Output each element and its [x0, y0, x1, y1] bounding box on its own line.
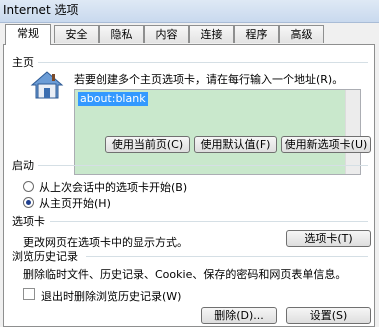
history-divider	[86, 256, 368, 257]
home-description: 若要创建多个主页选项卡，请在每行输入一个地址(R)。	[74, 73, 344, 86]
use-default-button[interactable]: 使用默认值(F)	[194, 136, 277, 153]
tab-programs[interactable]: 程序	[234, 25, 279, 43]
startup-last-session-radio[interactable]	[23, 181, 34, 192]
history-description: 删除临时文件、历史记录、Cookie、保存的密码和网页表单信息。	[23, 268, 347, 281]
tabs-settings-button[interactable]: 选项卡(T)	[286, 230, 371, 247]
home-divider	[38, 62, 368, 63]
tabs-group-label: 选项卡	[12, 215, 45, 228]
tab-content[interactable]: 内容	[144, 25, 189, 43]
startup-home-radio[interactable]	[23, 197, 34, 208]
house-icon	[30, 70, 64, 100]
tab-connections[interactable]: 连接	[189, 25, 234, 43]
home-address-box[interactable]: about:blank	[74, 89, 361, 175]
tab-privacy[interactable]: 隐私	[99, 25, 144, 43]
tabs-divider	[50, 221, 368, 222]
startup-last-session-label[interactable]: 从上次会话中的选项卡开始(B)	[39, 179, 187, 195]
home-group-label: 主页	[12, 56, 34, 69]
startup-home-label[interactable]: 从主页开始(H)	[39, 195, 111, 211]
tab-security[interactable]: 安全	[54, 25, 99, 43]
title-bar: Internet 选项	[0, 0, 379, 23]
delete-on-exit-label[interactable]: 退出时删除浏览历史记录(W)	[41, 288, 181, 304]
use-current-button[interactable]: 使用当前页(C)	[105, 136, 190, 153]
home-address-value: about:blank	[78, 92, 148, 106]
tab-advanced[interactable]: 高级	[279, 25, 324, 43]
delete-history-button[interactable]: 删除(D)...	[201, 307, 277, 324]
history-group-label: 浏览历史记录	[12, 250, 78, 263]
delete-on-exit-checkbox[interactable]	[23, 288, 35, 300]
history-settings-button[interactable]: 设置(S)	[286, 307, 371, 324]
window-title: Internet 选项	[3, 3, 79, 17]
startup-group-label: 启动	[12, 159, 34, 172]
general-panel: 主页 若要创建多个主页选项卡，请在每行输入一个地址(R)。 about:blan…	[3, 44, 375, 327]
address-scrollbar[interactable]	[345, 90, 360, 174]
tab-general[interactable]: 常规	[5, 24, 51, 45]
startup-divider	[38, 165, 368, 166]
use-new-tab-button[interactable]: 使用新选项卡(U)	[281, 136, 371, 153]
